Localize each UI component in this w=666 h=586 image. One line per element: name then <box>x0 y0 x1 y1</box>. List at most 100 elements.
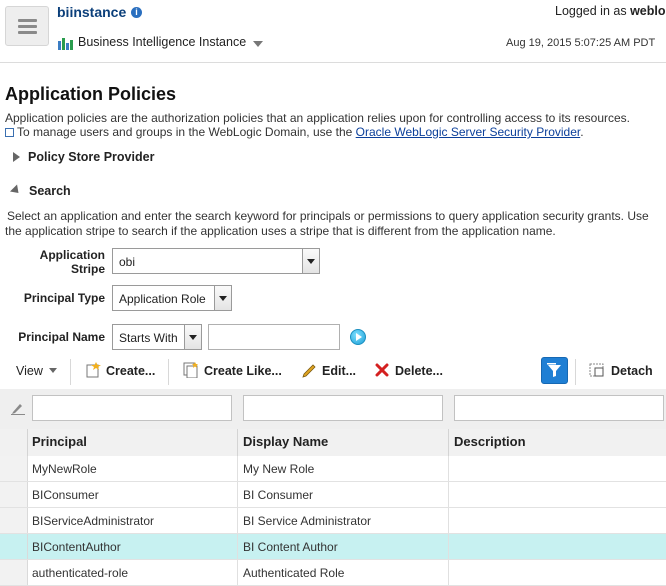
cell-display-name: My New Role <box>243 462 315 476</box>
table-row[interactable]: MyNewRole My New Role <box>0 456 666 482</box>
principal-name-operator-select[interactable]: Starts With <box>112 324 202 350</box>
column-divider <box>237 482 238 507</box>
table-row[interactable]: BIServiceAdministrator BI Service Admini… <box>0 508 666 534</box>
cell-principal: BIServiceAdministrator <box>32 514 155 528</box>
toolbar-separator <box>575 359 576 385</box>
manage-users-text: To manage users and groups in the WebLog… <box>5 125 584 139</box>
search-instructions-2: the application stripe to search if the … <box>5 224 556 238</box>
manage-end: . <box>580 125 584 139</box>
edit-button[interactable]: Edit... <box>322 364 356 378</box>
chevron-down-icon[interactable] <box>214 286 231 310</box>
table-row[interactable]: authenticated-role Authenticated Role <box>0 560 666 586</box>
toolbar-separator <box>70 359 71 385</box>
stripe-value: obi <box>119 255 136 269</box>
column-header-principal[interactable]: Principal <box>32 434 87 449</box>
delete-button[interactable]: Delete... <box>395 364 443 378</box>
navigator-menu-button[interactable] <box>5 6 49 46</box>
table-toolbar: View Create... Create Like... Edit... De… <box>0 355 666 389</box>
clear-filter-icon[interactable] <box>11 401 25 415</box>
display-name-filter-input[interactable] <box>243 395 443 421</box>
delete-x-icon <box>375 363 389 377</box>
principal-type-label: Principal Type <box>23 291 105 305</box>
external-link-icon <box>5 128 14 137</box>
column-divider <box>237 508 238 533</box>
cell-principal: BIContentAuthor <box>32 540 121 554</box>
cell-principal: MyNewRole <box>32 462 97 476</box>
create-like-button[interactable]: Create Like... <box>204 364 282 378</box>
search-section-toggle[interactable]: Search <box>9 184 71 198</box>
policy-store-label: Policy Store Provider <box>28 150 155 164</box>
table-header-row: Principal Display Name Description <box>0 429 666 457</box>
collapse-triangle-icon <box>9 184 23 197</box>
column-divider <box>237 429 238 456</box>
principal-filter-input[interactable] <box>32 395 232 421</box>
cell-principal: authenticated-role <box>32 566 129 580</box>
row-gutter <box>0 560 28 585</box>
search-label: Search <box>29 184 71 198</box>
row-gutter <box>0 456 28 481</box>
application-stripe-select[interactable]: obi <box>112 248 320 274</box>
table-row[interactable]: BIConsumer BI Consumer <box>0 482 666 508</box>
create-button[interactable]: Create... <box>106 364 155 378</box>
cell-display-name: BI Service Administrator <box>243 514 372 528</box>
info-icon[interactable]: i <box>131 7 142 18</box>
principal-name-input[interactable] <box>208 324 340 350</box>
create-like-icon <box>183 362 198 378</box>
expand-triangle-icon <box>13 152 20 162</box>
chevron-down-icon[interactable] <box>302 249 319 273</box>
row-gutter <box>0 508 28 533</box>
principal-name-op: Starts With <box>119 331 178 345</box>
column-divider <box>448 560 449 585</box>
manage-text: To manage users and groups in the WebLog… <box>17 125 353 139</box>
column-divider <box>27 429 28 456</box>
policy-store-provider-toggle[interactable]: Policy Store Provider <box>13 150 154 164</box>
column-header-description[interactable]: Description <box>454 434 526 449</box>
detach-icon <box>589 363 604 377</box>
principal-type-value: Application Role <box>119 292 206 306</box>
column-divider <box>448 456 449 481</box>
bi-instance-icon <box>58 38 73 50</box>
cell-principal: BIConsumer <box>32 488 99 502</box>
column-divider <box>448 482 449 507</box>
stripe-label-line1: Application <box>39 248 105 262</box>
toolbar-separator <box>168 359 169 385</box>
application-stripe-label: Application Stripe <box>30 248 105 276</box>
column-divider <box>448 534 449 559</box>
column-divider <box>448 508 449 533</box>
page-title: Application Policies <box>5 84 177 104</box>
chevron-down-icon <box>48 368 57 373</box>
edit-pencil-icon <box>302 364 316 378</box>
chevron-down-icon[interactable] <box>184 325 201 349</box>
query-by-example-button[interactable] <box>541 357 568 384</box>
principal-name-label: Principal Name <box>18 330 105 344</box>
table-filter-row <box>0 389 666 430</box>
column-divider <box>237 456 238 481</box>
table-row-selected[interactable]: BIContentAuthor BI Content Author <box>0 534 666 560</box>
view-label: View <box>16 364 43 378</box>
principal-type-select[interactable]: Application Role <box>112 285 232 311</box>
row-gutter <box>0 534 28 559</box>
create-icon <box>86 362 101 378</box>
page-description: Application policies are the authorizati… <box>5 111 631 125</box>
hamburger-icon-bar <box>18 25 37 28</box>
column-divider <box>448 429 449 456</box>
logged-in-status: Logged in as weblo <box>555 4 666 18</box>
header-divider <box>0 62 666 63</box>
instance-menu[interactable]: Business Intelligence Instance <box>78 35 246 49</box>
page-timestamp: Aug 19, 2015 5:07:25 AM PDT <box>506 37 656 49</box>
security-provider-link[interactable]: Oracle WebLogic Server Security Provider <box>356 125 581 139</box>
description-filter-input[interactable] <box>454 395 664 421</box>
chevron-down-icon[interactable] <box>253 41 263 47</box>
search-instructions: Select an application and enter the sear… <box>7 209 649 223</box>
column-header-display-name[interactable]: Display Name <box>243 434 328 449</box>
hamburger-icon-bar <box>18 31 37 34</box>
view-menu[interactable]: View <box>16 364 57 378</box>
column-divider <box>237 534 238 559</box>
instance-title: biinstance <box>57 4 127 20</box>
column-divider <box>237 560 238 585</box>
hamburger-icon <box>18 19 37 22</box>
detach-button[interactable]: Detach <box>611 364 653 378</box>
logged-in-user[interactable]: weblo <box>630 4 665 18</box>
go-arrow-icon[interactable] <box>350 329 366 345</box>
row-gutter <box>0 482 28 507</box>
